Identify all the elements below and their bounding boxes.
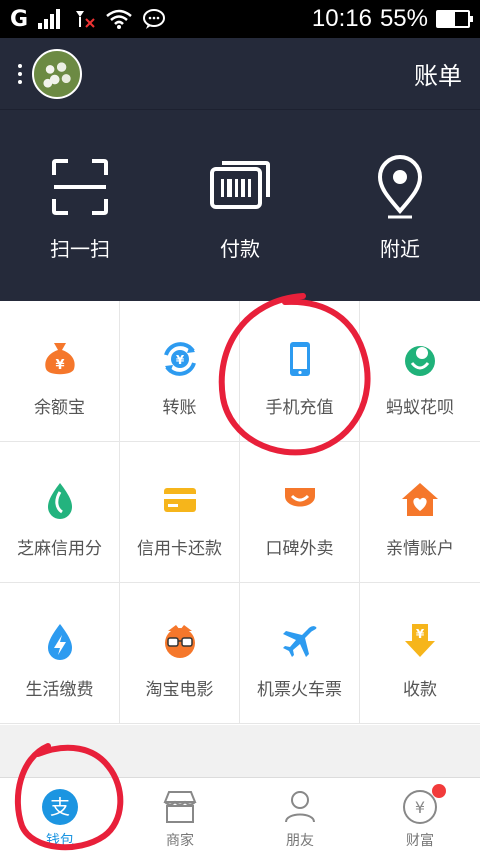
grid-item-huabei[interactable]: 蚂蚁花呗 [360,301,480,442]
airplane-icon [282,626,316,657]
tab-wealth[interactable]: ¥ 财富 [360,778,480,854]
mobile-phone-icon [289,342,310,376]
alipay-icon: 支 [42,789,78,825]
scan-icon [52,159,108,215]
tab-label: 商家 [166,832,194,848]
grid-label: 亲情账户 [386,539,454,558]
service-grid: ¥ 余额宝 ¥ 转账 手机充值 蚂蚁花呗 芝麻信用分 信用卡还款 口碑外卖 亲情… [0,301,480,725]
tab-wallet[interactable]: 支 钱包 [0,778,120,854]
flower-icon [405,346,435,376]
grid-label: 淘宝电影 [145,680,214,699]
menu-dots-icon[interactable] [18,63,22,84]
pay-action[interactable]: 付款 [160,110,320,301]
avatar[interactable] [32,48,82,99]
grid-item-family-account[interactable]: 亲情账户 [360,442,480,583]
grid-item-utilities[interactable]: 生活缴费 [0,583,120,724]
grid-item-mobile-recharge[interactable]: 手机充值 [240,301,360,442]
barcode-payment-icon [210,161,270,209]
grid-label: 手机充值 [265,398,334,417]
heart-house-icon [402,483,438,516]
bottom-tab-bar: 支 钱包 商家 朋友 ¥ 财富 [0,777,480,854]
svg-text:¥: ¥ [416,627,425,641]
money-bag-icon: ¥ [44,343,75,375]
tab-merchants[interactable]: 商家 [120,778,240,854]
clock: 10:16 [311,5,372,32]
grid-item-sesame-credit[interactable]: 芝麻信用分 [0,442,120,583]
smile-icon [284,488,315,507]
banner-area [0,725,480,777]
grid-label: 转账 [162,398,197,417]
grid-item-taobao-movie[interactable]: 淘宝电影 [120,583,240,724]
no-signal-icon [76,11,95,28]
bill-button[interactable]: 账单 [414,56,462,91]
nearby-label: 附近 [380,239,420,261]
grid-label: 蚂蚁花呗 [386,398,454,417]
location-pin-icon [377,155,423,219]
grid-label: 余额宝 [34,398,85,417]
scan-action[interactable]: 扫一扫 [0,110,160,301]
grid-item-flights-trains[interactable]: 机票火车票 [240,583,360,724]
tab-friends[interactable]: 朋友 [240,778,360,854]
glasses-face-icon [164,625,195,658]
tab-label: 朋友 [286,832,314,848]
notification-badge [432,784,446,798]
grid-item-transfer[interactable]: ¥ 转账 [120,301,240,442]
quick-actions: 扫一扫 付款 附近 [0,110,480,301]
svg-text:支: 支 [50,795,70,819]
grid-item-receive-money[interactable]: ¥ 收款 [360,583,480,724]
battery-icon [436,10,473,28]
tab-label: 财富 [406,832,434,848]
grid-label: 生活缴费 [25,680,94,699]
tab-label: 钱包 [46,832,74,848]
network-type: G [10,6,29,32]
svg-text:¥: ¥ [175,353,184,367]
svg-text:¥: ¥ [415,798,425,817]
lightning-drop-icon [47,624,72,660]
friends-icon [285,791,315,823]
wallet-header: 账单 [0,38,480,110]
alipay-wallet-screen: G 10:16 55% 账单 扫一扫 付款 附近 ¥ 余额宝 ¥ 转账 手机充值… [0,0,480,854]
grid-label: 芝麻信用分 [17,539,102,558]
grid-label: 机票火车票 [257,680,342,699]
pay-label: 付款 [220,239,260,261]
sesame-drop-icon [47,483,72,519]
receive-money-icon: ¥ [405,624,435,657]
transfer-yuan-icon: ¥ [163,342,196,376]
status-bar: G 10:16 55% [0,0,480,38]
shop-icon [163,791,197,823]
grid-label: 信用卡还款 [137,539,222,558]
signal-icon [38,9,61,29]
grid-label: 口碑外卖 [265,539,334,558]
wifi-icon [106,9,132,29]
scan-label: 扫一扫 [50,239,110,261]
grid-item-yuebao[interactable]: ¥ 余额宝 [0,301,120,442]
battery-percent: 55% [379,5,428,32]
grid-item-credit-card[interactable]: 信用卡还款 [120,442,240,583]
chat-bubble-icon [143,9,166,29]
grid-item-koubei[interactable]: 口碑外卖 [240,442,360,583]
credit-card-icon [163,488,196,512]
nearby-action[interactable]: 附近 [320,110,480,301]
svg-text:¥: ¥ [55,358,64,373]
grid-label: 收款 [403,680,437,699]
